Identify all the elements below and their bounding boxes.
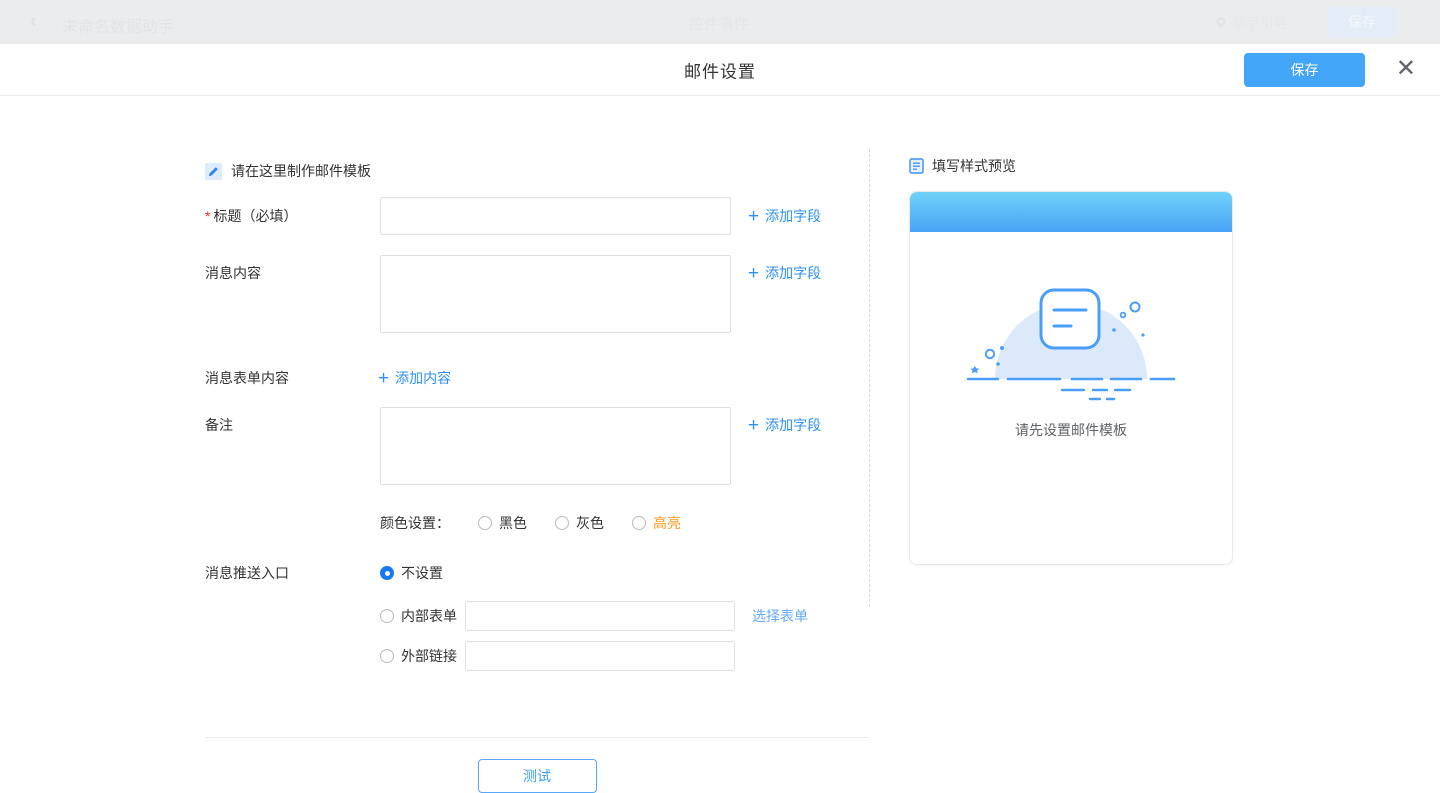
preview-card-header	[910, 192, 1232, 232]
email-template-form: 请在这里制作邮件模板 *标题（必填） + 添加字段 消息内容 + 添加字段	[205, 149, 869, 793]
form-content-label: 消息表单内容	[205, 368, 380, 388]
dialog-header: 邮件设置 保存 ✕	[0, 44, 1440, 96]
app-title: 未命名数据助手	[62, 13, 174, 37]
push-option-external-link: 外部链接	[380, 641, 808, 671]
color-setting-label: 颜色设置：	[380, 513, 450, 533]
radio-gray[interactable]	[555, 516, 569, 530]
title-input[interactable]	[380, 197, 731, 235]
required-asterisk: *	[205, 208, 210, 224]
preview-heading-label: 填写样式预览	[932, 156, 1016, 176]
add-field-label: 添加字段	[765, 415, 821, 435]
color-option-black[interactable]: 黑色	[478, 513, 527, 533]
title-field-row: *标题（必填） + 添加字段	[205, 197, 869, 235]
test-button[interactable]: 测试	[478, 759, 597, 793]
color-option-gray[interactable]: 灰色	[555, 513, 604, 533]
topbar-save-button[interactable]: 保存	[1328, 7, 1396, 37]
remark-field-row: 备注 + 添加字段	[205, 407, 869, 490]
plus-icon: +	[748, 207, 759, 226]
add-content-link[interactable]: + 添加内容	[378, 368, 451, 388]
tab-control-events[interactable]: 控件事件	[689, 13, 749, 34]
panel-divider	[869, 149, 870, 607]
topbar: ‹ 未命名数据助手 控件事件 新手引导 保存	[0, 0, 1440, 44]
select-form-link[interactable]: 选择表单	[752, 601, 808, 631]
add-field-label: 添加字段	[765, 263, 821, 283]
guide-label: 新手引导	[1232, 13, 1288, 33]
internal-form-input[interactable]	[465, 601, 735, 631]
preview-panel: 填写样式预览	[909, 156, 1233, 565]
preview-empty-text: 请先设置邮件模板	[910, 420, 1232, 440]
save-button[interactable]: 保存	[1244, 53, 1365, 87]
guide-link[interactable]: 新手引导	[1215, 13, 1288, 33]
empty-template-illustration	[962, 278, 1180, 404]
push-option-internal-form: 内部表单 选择表单	[380, 601, 808, 631]
radio-external-link[interactable]	[380, 649, 394, 663]
document-icon	[909, 158, 924, 174]
plus-icon: +	[378, 369, 389, 388]
template-tip: 请在这里制作邮件模板	[205, 161, 869, 181]
back-icon[interactable]: ‹	[30, 10, 37, 33]
email-settings-dialog: 邮件设置 保存 ✕ 请在这里制作邮件模板 *标题（必填） + 添加字段	[0, 44, 1440, 757]
message-field-row: 消息内容 + 添加字段	[205, 255, 869, 338]
title-field-label: *标题（必填）	[205, 206, 380, 226]
form-content-row: 消息表单内容 + 添加内容	[205, 368, 869, 388]
external-link-input[interactable]	[465, 641, 735, 671]
template-tip-text: 请在这里制作邮件模板	[231, 161, 371, 181]
form-divider	[205, 737, 869, 738]
add-field-link-title[interactable]: + 添加字段	[748, 206, 821, 226]
preview-empty-state: 请先设置邮件模板	[910, 232, 1232, 440]
preview-card: 请先设置邮件模板	[909, 191, 1233, 565]
color-option-highlight[interactable]: 高亮	[632, 513, 681, 533]
add-field-link-remark[interactable]: + 添加字段	[748, 407, 821, 435]
location-pin-icon	[1215, 16, 1227, 30]
push-option-none[interactable]: 不设置	[380, 563, 808, 583]
message-textarea[interactable]	[380, 255, 731, 333]
add-content-label: 添加内容	[395, 368, 451, 388]
radio-none-selected[interactable]	[380, 566, 394, 580]
radio-internal-form[interactable]	[380, 609, 394, 623]
radio-highlight[interactable]	[632, 516, 646, 530]
color-setting-row: 颜色设置： 黑色 灰色 高亮	[205, 513, 869, 533]
pencil-icon	[205, 163, 222, 180]
remark-textarea[interactable]	[380, 407, 731, 485]
push-entry-row: 消息推送入口 不设置 内部表单 选择表单 外部链接	[205, 563, 869, 671]
close-icon[interactable]: ✕	[1396, 52, 1416, 86]
remark-field-label: 备注	[205, 407, 380, 435]
message-field-label: 消息内容	[205, 255, 380, 283]
plus-icon: +	[748, 264, 759, 283]
add-field-label: 添加字段	[765, 206, 821, 226]
radio-black[interactable]	[478, 516, 492, 530]
add-field-link-message[interactable]: + 添加字段	[748, 255, 821, 283]
push-entry-label: 消息推送入口	[205, 563, 380, 583]
preview-heading: 填写样式预览	[909, 156, 1233, 176]
plus-icon: +	[748, 416, 759, 435]
dialog-title: 邮件设置	[684, 57, 756, 82]
